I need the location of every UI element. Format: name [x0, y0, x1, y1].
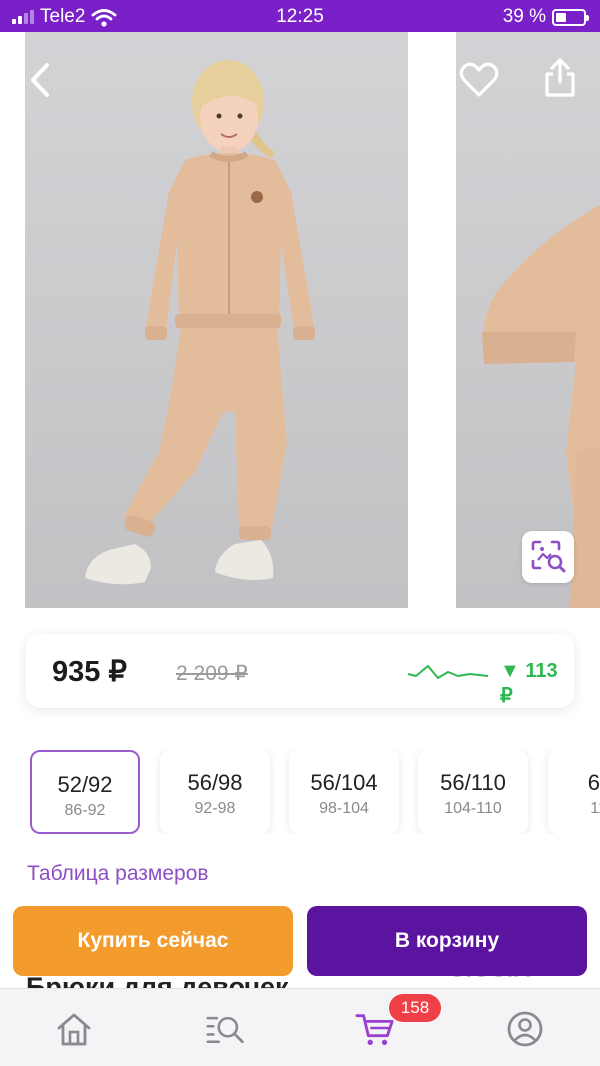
battery-percent: 39 % — [502, 6, 546, 27]
add-to-cart-button[interactable]: В корзину — [307, 906, 587, 976]
cart-count-badge: 158 — [389, 994, 441, 1022]
bottom-tab-bar — [0, 988, 600, 1066]
size-option[interactable]: 52/92 86-92 — [30, 750, 140, 834]
heart-icon — [459, 62, 499, 97]
size-option[interactable]: 56/98 92-98 — [160, 750, 270, 834]
back-button[interactable] — [18, 58, 62, 102]
height-range: 98-104 — [319, 800, 369, 817]
catalog-search-icon — [206, 1016, 244, 1044]
height-range: 104-110 — [444, 800, 502, 817]
size-option[interactable]: 56/110 104-110 — [418, 750, 528, 834]
size-selector: 52/92 86-92 56/98 92-98 56/104 98-104 56… — [0, 750, 600, 834]
profile-icon — [507, 1011, 543, 1047]
favorite-button[interactable] — [457, 58, 501, 102]
battery-group: 39 % — [502, 6, 589, 28]
tab-cart[interactable] — [355, 1009, 395, 1049]
size-label: 56/98 — [187, 770, 243, 795]
current-price: 935 ₽ — [52, 656, 127, 688]
price-drop: ▼ 113 ₽ — [500, 660, 558, 707]
visual-search-button[interactable] — [522, 531, 574, 583]
size-label: 56/110 — [440, 770, 506, 795]
tab-profile[interactable] — [505, 1009, 545, 1049]
price-history-sparkline[interactable] — [406, 660, 490, 686]
product-photo[interactable] — [25, 32, 408, 608]
battery-icon — [552, 8, 589, 26]
tab-catalog[interactable] — [206, 1009, 246, 1049]
size-label: 60/ — [587, 770, 600, 795]
price-card: 935 ₽ 2 209 ₽ ▼ 113 ₽ — [26, 634, 574, 708]
cart-icon — [355, 1014, 394, 1045]
share-button[interactable] — [538, 56, 582, 100]
old-price: 2 209 ₽ — [176, 662, 248, 685]
height-range: 86-92 — [64, 802, 106, 819]
buy-now-button[interactable]: Купить сейчас — [13, 906, 293, 976]
size-option[interactable]: 60/ 110 — [548, 750, 600, 834]
height-range: 110 — [590, 800, 600, 817]
child-figure-illustration — [85, 60, 315, 585]
share-icon — [545, 58, 575, 97]
tab-home[interactable] — [54, 1009, 94, 1049]
size-table-link[interactable]: Таблица размеров — [27, 862, 209, 886]
height-range: 92-98 — [194, 800, 236, 817]
back-icon — [31, 63, 49, 97]
size-label: 52/92 — [57, 772, 113, 797]
size-label: 56/104 — [310, 770, 378, 795]
status-bar: Tele2 12:25 39 % — [0, 0, 600, 32]
product-gallery[interactable] — [0, 32, 600, 608]
size-option[interactable]: 56/104 98-104 — [289, 750, 399, 834]
next-product-photo[interactable] — [456, 32, 600, 608]
visual-search-icon — [531, 540, 566, 573]
home-icon — [57, 1013, 91, 1046]
